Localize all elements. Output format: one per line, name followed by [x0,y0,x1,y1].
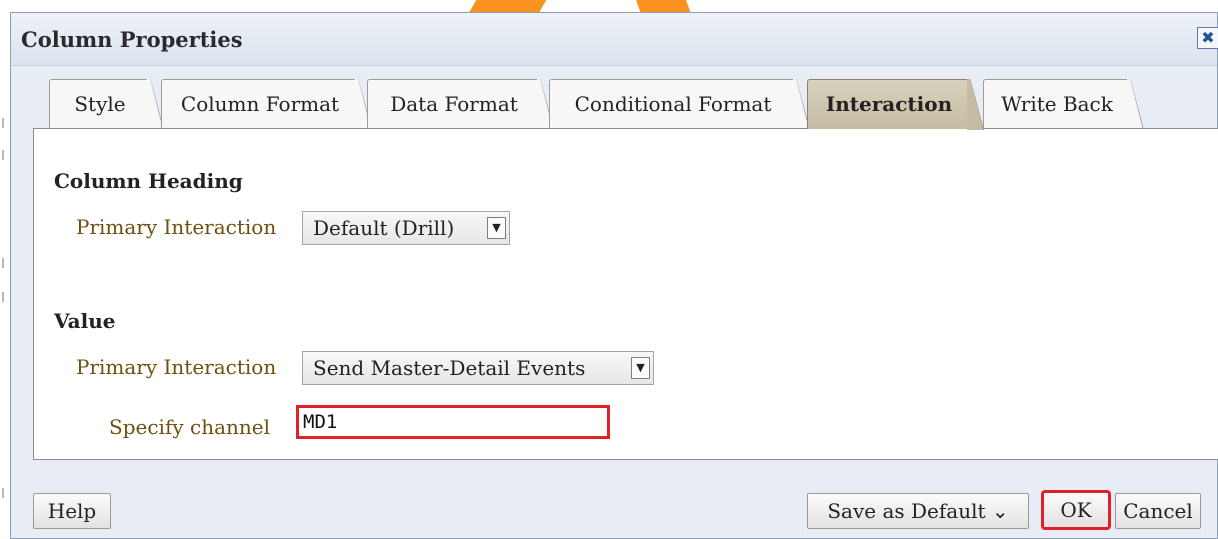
tab-label: Data Format [390,92,518,116]
tab-interaction[interactable]: Interaction [807,79,984,130]
tab-column-format[interactable]: Column Format [161,79,372,130]
select-value: Default (Drill) [313,216,455,240]
dialog-titlebar: Column Properties ✖ [11,13,1218,66]
primary-interaction-label: Primary Interaction [76,215,277,239]
interaction-panel: Column Heading Primary Interaction Defau… [33,128,1218,460]
select-value: Send Master-Detail Events [313,356,586,380]
save-default-label: Save as Default [827,499,986,523]
ok-button[interactable]: OK [1041,490,1111,530]
cancel-button[interactable]: Cancel [1115,493,1201,529]
tab-label: Write Back [1001,92,1113,116]
save-as-default-button[interactable]: Save as Default ⌄ [807,493,1029,529]
tab-conditional-format[interactable]: Conditional Format [549,79,810,130]
tab-label: Column Format [180,92,340,116]
tab-label: Interaction [825,92,953,116]
tab-label: Style [74,92,126,116]
help-button[interactable]: Help [33,493,111,529]
column-heading-title: Column Heading [54,169,243,193]
tab-write-back[interactable]: Write Back [983,79,1144,130]
column-properties-dialog: Column Properties ✖ Style Column Format … [10,12,1218,539]
chevron-down-icon: ▼ [487,217,506,239]
dialog-title: Column Properties [21,27,243,52]
value-title: Value [54,309,116,333]
tab-style[interactable]: Style [49,79,164,130]
tab-data-format[interactable]: Data Format [367,79,554,130]
background-edge [0,0,10,539]
chevron-down-icon: ⌄ [991,499,1009,523]
column-heading-interaction-select[interactable]: Default (Drill) ▼ [302,211,510,245]
close-icon[interactable]: ✖ [1197,27,1218,49]
chevron-down-icon: ▼ [631,357,650,379]
tab-label: Conditional Format [574,92,772,116]
channel-input[interactable]: MD1 [296,405,610,439]
specify-channel-label: Specify channel [109,415,270,439]
primary-interaction-label: Primary Interaction [76,355,277,379]
value-interaction-select[interactable]: Send Master-Detail Events ▼ [302,351,654,385]
